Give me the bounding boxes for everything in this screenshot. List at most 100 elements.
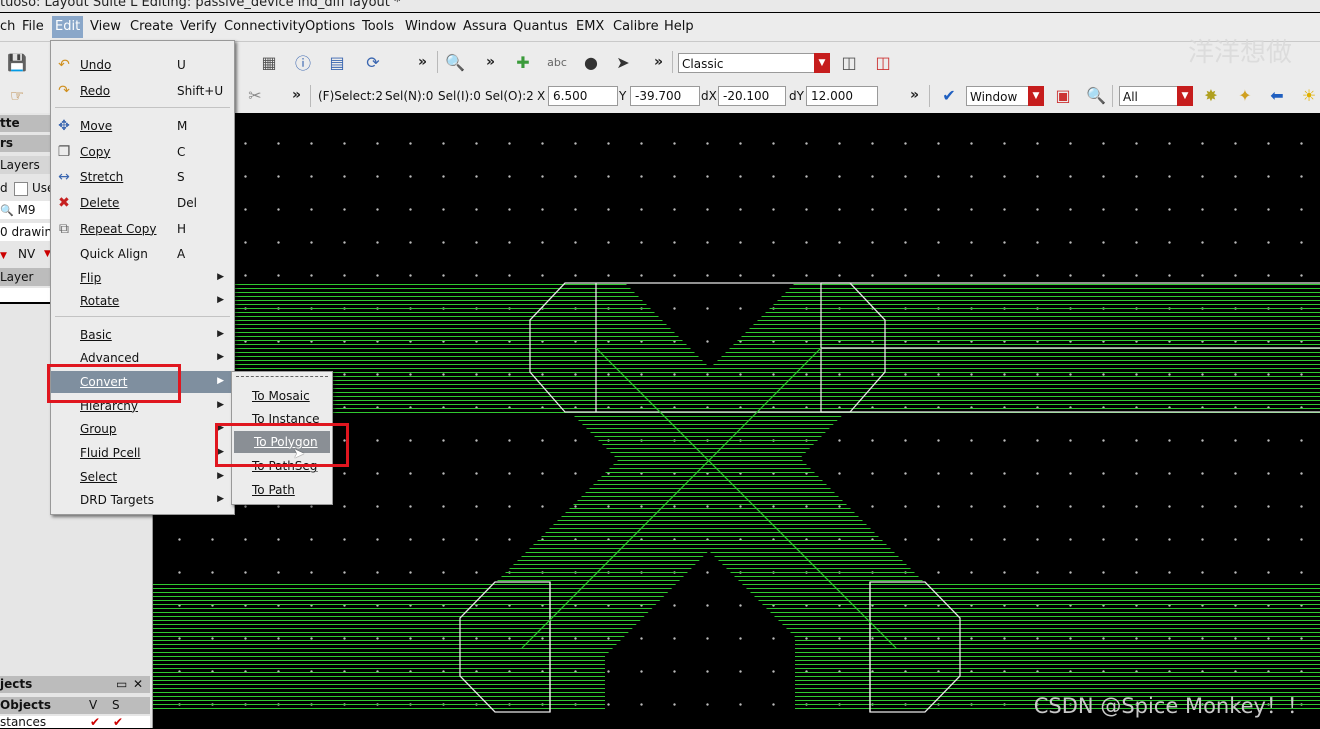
menu-item-repeat-copy[interactable]: ⧉ Repeat Copy H xyxy=(51,218,234,240)
edit-menu: ↶ Undo U ↷ Redo Shift+U ✥ Move M ❐ Copy … xyxy=(50,40,235,515)
sun-icon[interactable]: ☀ xyxy=(1298,84,1320,106)
layer-column-header[interactable]: Layer xyxy=(0,268,50,286)
menu-item-quick-align[interactable]: Quick Align A xyxy=(51,243,234,265)
save-icon[interactable]: 💾 xyxy=(6,51,28,73)
menu-item-shortcut: M xyxy=(177,119,188,133)
y-coordinate-field[interactable]: -39.700 xyxy=(630,86,700,106)
dy-field[interactable]: 12.000 xyxy=(806,86,878,106)
close-icon[interactable]: ✕ xyxy=(133,676,143,693)
menu-item-delete[interactable]: ✖ Delete Del xyxy=(51,192,234,214)
chevron-down-icon[interactable]: ▼ xyxy=(1177,86,1193,106)
overflow-chevron-icon[interactable]: » xyxy=(418,54,427,70)
chevron-down-icon[interactable]: ▼ xyxy=(1028,86,1044,106)
float-icon[interactable]: ▭ xyxy=(116,676,127,693)
menu-item-rotate[interactable]: Rotate ▶ xyxy=(51,290,234,312)
menu-item-label: Flip xyxy=(80,271,102,285)
probe-icon[interactable]: ➤ xyxy=(612,51,634,73)
workspace-icon[interactable]: ◫ xyxy=(838,51,860,73)
mode-select[interactable]: Classic ▼ xyxy=(678,53,830,73)
menu-verify[interactable]: Verify xyxy=(180,19,217,34)
menu-quantus[interactable]: Quantus xyxy=(513,19,568,34)
submenu-item-to-mosaic[interactable]: To Mosaic xyxy=(232,385,332,407)
toolbar-divider xyxy=(672,51,673,73)
overflow-chevron-icon[interactable]: » xyxy=(654,54,663,70)
create-pin-icon[interactable]: ● xyxy=(580,51,602,73)
chevron-down-icon[interactable]: ▼ xyxy=(0,251,7,261)
menu-item-basic[interactable]: Basic ▶ xyxy=(51,324,234,346)
zoom-icon[interactable]: 🔍 xyxy=(1085,84,1107,106)
window-title: tuoso: Layout Suite L Editing: passive_d… xyxy=(0,0,401,10)
layer-search-field[interactable]: 🔍 M9 xyxy=(0,201,50,219)
menu-emx[interactable]: EMX xyxy=(576,19,604,34)
x-coordinate-field[interactable]: 6.500 xyxy=(548,86,618,106)
menu-item-fluid-pcell[interactable]: Fluid Pcell ▶ xyxy=(51,442,234,464)
select-mode-icon[interactable]: ☞ xyxy=(6,84,28,106)
objects-row-instances: stances ✔ ✔ xyxy=(0,716,150,728)
menu-edit[interactable]: Edit xyxy=(52,16,84,38)
objects-column[interactable]: Objects xyxy=(0,698,51,712)
menu-item-label: Rotate xyxy=(80,294,120,308)
menu-options[interactable]: Options xyxy=(305,19,355,34)
workspace-delete-icon[interactable]: ◫ xyxy=(872,51,894,73)
zoom-scope-value: Window xyxy=(970,90,1018,104)
selectable-column[interactable]: S xyxy=(112,697,120,714)
menu-view[interactable]: View xyxy=(90,19,121,34)
menu-item-redo[interactable]: ↷ Redo Shift+U xyxy=(51,80,234,102)
overflow-chevron-icon[interactable]: » xyxy=(292,87,301,103)
chevron-down-icon[interactable]: ▼ xyxy=(814,53,830,73)
layer-purpose-field[interactable]: 0 drawing xyxy=(0,223,50,241)
checkmark-icon[interactable]: ✔ xyxy=(938,84,960,106)
tearoff-line[interactable] xyxy=(236,376,328,377)
overflow-chevron-icon[interactable]: » xyxy=(486,54,495,70)
visible-column[interactable]: V xyxy=(89,697,97,714)
sel-i-count: Sel(I):0 xyxy=(438,89,481,103)
menu-item-group[interactable]: Group ▶ xyxy=(51,418,234,440)
visible-checkbox[interactable]: ✔ xyxy=(90,716,100,728)
menu-item-label: Basic xyxy=(80,328,112,342)
menu-item-drd-targets[interactable]: DRD Targets ▶ xyxy=(51,489,234,511)
menu-launch-partial[interactable]: ch xyxy=(0,19,15,34)
menu-connectivity[interactable]: Connectivity xyxy=(224,19,305,34)
objects-title-text: jects xyxy=(0,677,33,691)
align-icon[interactable]: ▤ xyxy=(326,51,348,73)
submenu-item-to-path[interactable]: To Path xyxy=(232,479,332,501)
ruler-icon[interactable]: ✂ xyxy=(244,84,266,106)
menu-assura[interactable]: Assura xyxy=(463,19,507,34)
info-icon[interactable]: ⓘ xyxy=(292,51,314,73)
menu-item-flip[interactable]: Flip ▶ xyxy=(51,267,234,289)
menu-calibre[interactable]: Calibre xyxy=(613,19,659,34)
filter-select[interactable]: All ▼ xyxy=(1119,86,1193,106)
overflow-chevron-icon[interactable]: » xyxy=(910,87,919,103)
menu-item-stretch[interactable]: ↔ Stretch S xyxy=(51,166,234,188)
arrow-left-icon[interactable]: ⬅ xyxy=(1266,84,1288,106)
hierarchy-icon[interactable]: ▦ xyxy=(258,51,280,73)
menu-item-move[interactable]: ✥ Move M xyxy=(51,115,234,137)
to-polygon-highlight-box xyxy=(215,423,349,467)
create-label-icon[interactable]: abc xyxy=(546,51,568,73)
create-instance-icon[interactable]: ✚ xyxy=(512,51,534,73)
menu-item-undo[interactable]: ↶ Undo U xyxy=(51,54,234,76)
menu-file[interactable]: File xyxy=(22,19,44,34)
nv-label[interactable]: NV xyxy=(18,245,35,263)
menu-window[interactable]: Window xyxy=(405,19,456,34)
y-label: Y xyxy=(619,89,627,103)
selectable-checkbox[interactable]: ✔ xyxy=(113,716,123,728)
menu-item-select[interactable]: Select ▶ xyxy=(51,466,234,488)
menu-tools[interactable]: Tools xyxy=(362,19,394,34)
overlay-chinese-watermark: 洋洋想做 xyxy=(1188,38,1293,68)
dx-field[interactable]: -20.100 xyxy=(718,86,786,106)
refresh-icon[interactable]: ⟳ xyxy=(362,51,384,73)
wand-icon[interactable]: ✦ xyxy=(1234,84,1256,106)
layer-list[interactable] xyxy=(0,288,50,304)
layers-tab[interactable]: Layers xyxy=(0,156,52,174)
menu-help[interactable]: Help xyxy=(664,19,694,34)
zoom-scope-select[interactable]: Window ▼ xyxy=(966,86,1044,106)
objects-title: jects ▭ ✕ xyxy=(0,676,150,693)
search-icon[interactable]: 🔍 xyxy=(444,51,466,73)
highlight-icon[interactable]: ✸ xyxy=(1200,84,1222,106)
dy-label: dY xyxy=(789,89,804,103)
menu-item-copy[interactable]: ❐ Copy C xyxy=(51,141,234,163)
menu-create[interactable]: Create xyxy=(130,19,173,34)
used-checkbox[interactable] xyxy=(14,182,28,196)
save-view-icon[interactable]: ▣ xyxy=(1052,84,1074,106)
